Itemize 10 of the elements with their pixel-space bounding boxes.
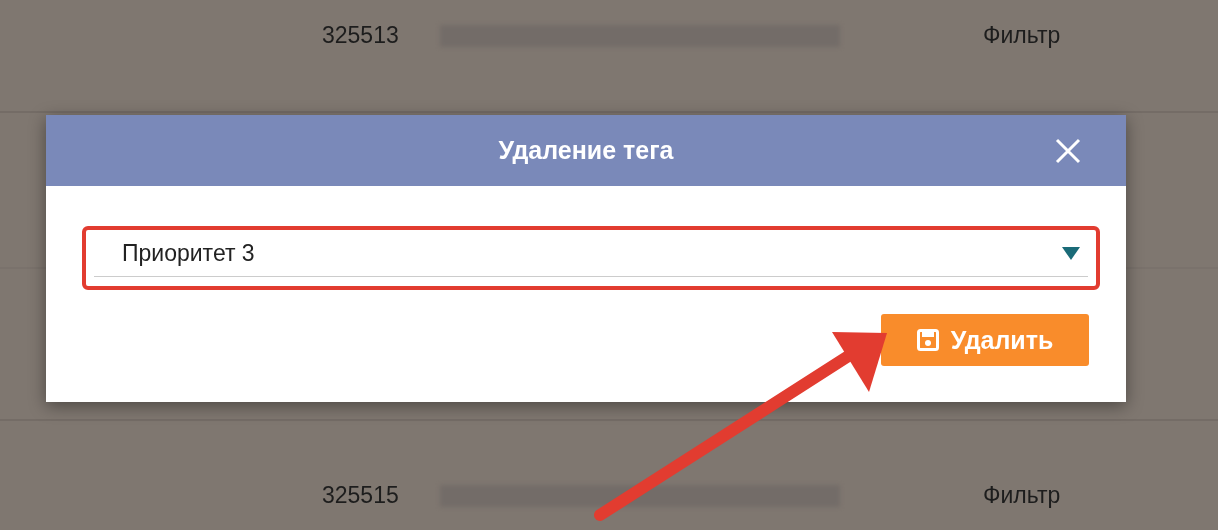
tag-dropdown[interactable]: Приоритет 3	[94, 230, 1088, 277]
close-button[interactable]	[1054, 137, 1082, 165]
row-id: 325515	[322, 482, 400, 509]
caret-icon	[1062, 246, 1080, 260]
save-icon	[916, 329, 939, 351]
close-icon	[1054, 137, 1082, 165]
row-type: Фильтр	[983, 22, 1061, 49]
dialog-title: Удаление тега	[498, 136, 674, 165]
row-id: 325513	[322, 22, 400, 49]
row-type: Фильтр	[983, 482, 1061, 509]
